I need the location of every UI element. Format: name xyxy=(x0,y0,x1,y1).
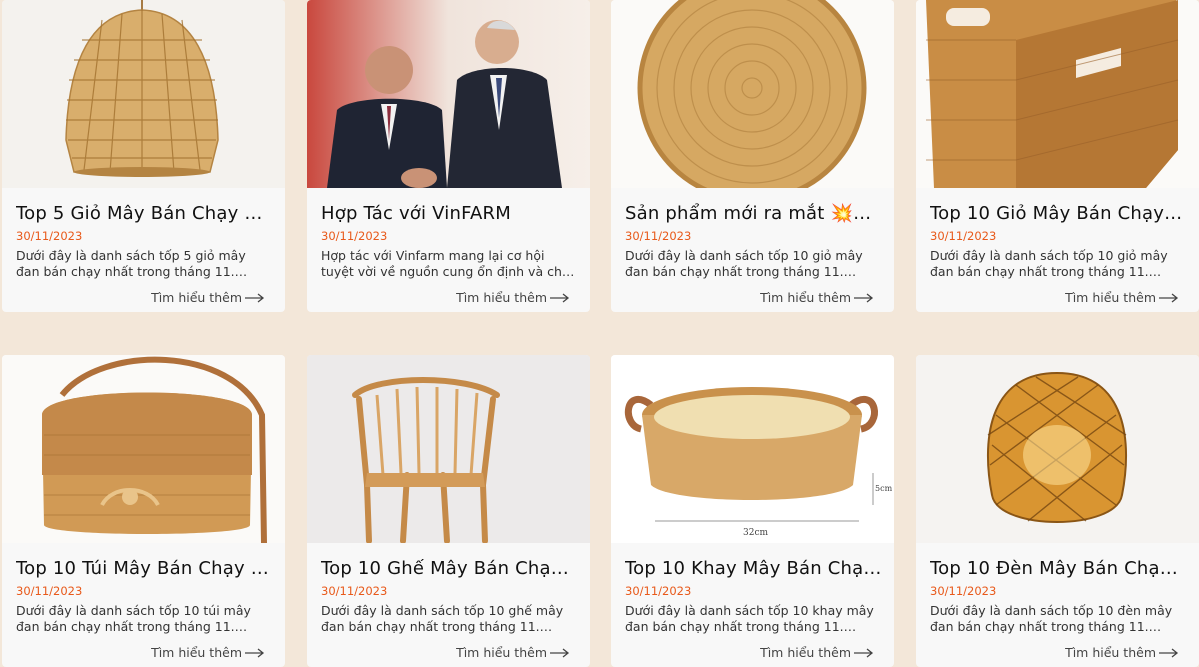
read-more-label: Tìm hiểu thêm xyxy=(456,290,547,305)
card-date: 30/11/2023 xyxy=(16,229,83,243)
card-title[interactable]: Top 10 Khay Mây Bán Chạy Nhất Tháng 11 xyxy=(625,543,882,581)
card-title[interactable]: Hợp Tác với VinFARM xyxy=(321,188,578,226)
arrow-right-icon xyxy=(245,292,265,303)
card-thumbnail-pendant-lamp[interactable] xyxy=(2,0,285,188)
card-title[interactable]: Top 10 Giỏ Mây Bán Chạy Nhất Tháng 11 xyxy=(930,188,1187,226)
card-thumbnail-rattan-chair[interactable] xyxy=(307,355,590,543)
card-excerpt: Hợp tác với Vinfarm mang lại cơ hội tuyệ… xyxy=(321,248,575,279)
card-thumbnail-storage-box[interactable] xyxy=(916,0,1199,188)
card-title[interactable]: Top 10 Túi Mây Bán Chạy Nhất Tháng 11 xyxy=(16,543,273,581)
card-date: 30/11/2023 xyxy=(625,229,692,243)
read-more-link[interactable]: Tìm hiểu thêm xyxy=(151,645,265,660)
card-date: 30/11/2023 xyxy=(930,584,997,598)
read-more-link[interactable]: Tìm hiểu thêm xyxy=(456,290,570,305)
read-more-label: Tìm hiểu thêm xyxy=(151,645,242,660)
read-more-link[interactable]: Tìm hiểu thêm xyxy=(760,645,874,660)
card-thumbnail-handshake-photo[interactable] xyxy=(307,0,590,188)
svg-text:5cm: 5cm xyxy=(875,484,893,493)
read-more-label: Tìm hiểu thêm xyxy=(760,290,851,305)
card-date: 30/11/2023 xyxy=(321,584,388,598)
card-excerpt: Dưới đây là danh sách tốp 10 đèn mây đan… xyxy=(930,603,1173,634)
card-title[interactable]: Top 5 Giỏ Mây Bán Chạy Nhất Tháng 11 xyxy=(16,188,273,226)
blog-card[interactable]: Top 10 Giỏ Mây Bán Chạy Nhất Tháng 11 30… xyxy=(916,0,1199,312)
arrow-right-icon xyxy=(1159,292,1179,303)
card-excerpt: Dưới đây là danh sách tốp 10 giỏ mây đan… xyxy=(930,248,1168,279)
read-more-link[interactable]: Tìm hiểu thêm xyxy=(760,290,874,305)
svg-text:32cm: 32cm xyxy=(743,528,768,538)
card-excerpt: Dưới đây là danh sách tốp 10 khay mây đa… xyxy=(625,603,874,634)
card-thumbnail-rattan-lamp[interactable] xyxy=(916,355,1199,543)
arrow-right-icon xyxy=(854,292,874,303)
read-more-label: Tìm hiểu thêm xyxy=(151,290,242,305)
read-more-link[interactable]: Tìm hiểu thêm xyxy=(456,645,570,660)
card-thumbnail-rattan-bag[interactable] xyxy=(2,355,285,543)
blog-card-grid: Top 5 Giỏ Mây Bán Chạy Nhất Tháng 11 30/… xyxy=(0,0,1199,667)
blog-card[interactable]: Top 10 Túi Mây Bán Chạy Nhất Tháng 11 30… xyxy=(2,355,285,667)
arrow-right-icon xyxy=(550,292,570,303)
arrow-right-icon xyxy=(854,647,874,658)
read-more-label: Tìm hiểu thêm xyxy=(456,645,547,660)
card-date: 30/11/2023 xyxy=(625,584,692,598)
card-title[interactable]: Top 10 Đèn Mây Bán Chạy Nhất Tháng 11 xyxy=(930,543,1187,581)
read-more-link[interactable]: Tìm hiểu thêm xyxy=(1065,645,1179,660)
blog-card[interactable]: Hợp Tác với VinFARM 30/11/2023 Hợp tác v… xyxy=(307,0,590,312)
read-more-link[interactable]: Tìm hiểu thêm xyxy=(1065,290,1179,305)
blog-card[interactable]: Top 5 Giỏ Mây Bán Chạy Nhất Tháng 11 30/… xyxy=(2,0,285,312)
arrow-right-icon xyxy=(1159,647,1179,658)
read-more-label: Tìm hiểu thêm xyxy=(1065,290,1156,305)
card-date: 30/11/2023 xyxy=(16,584,83,598)
arrow-right-icon xyxy=(550,647,570,658)
card-excerpt: Dưới đây là danh sách tốp 10 túi mây đan… xyxy=(16,603,251,634)
card-title[interactable]: Top 10 Ghế Mây Bán Chạy Nhất Tháng 11 xyxy=(321,543,578,581)
read-more-link[interactable]: Tìm hiểu thêm xyxy=(151,290,265,305)
blog-card[interactable]: Top 10 Đèn Mây Bán Chạy Nhất Tháng 11 30… xyxy=(916,355,1199,667)
card-date: 30/11/2023 xyxy=(930,229,997,243)
read-more-label: Tìm hiểu thêm xyxy=(1065,645,1156,660)
card-thumbnail-handled-tray[interactable]: 32cm 5cm xyxy=(611,355,894,543)
blog-card[interactable]: Sản phẩm mới ra mắt 💥💥💥 30/11/2023 Dưới … xyxy=(611,0,894,312)
card-title[interactable]: Sản phẩm mới ra mắt 💥💥💥 xyxy=(625,188,882,226)
card-date: 30/11/2023 xyxy=(321,229,388,243)
blog-card[interactable]: Top 10 Ghế Mây Bán Chạy Nhất Tháng 11 30… xyxy=(307,355,590,667)
card-excerpt: Dưới đây là danh sách tốp 10 giỏ mây đan… xyxy=(625,248,863,279)
card-excerpt: Dưới đây là danh sách tốp 10 ghế mây đan… xyxy=(321,603,564,634)
arrow-right-icon xyxy=(245,647,265,658)
read-more-label: Tìm hiểu thêm xyxy=(760,645,851,660)
card-excerpt: Dưới đây là danh sách tốp 5 giỏ mây đan … xyxy=(16,248,246,279)
card-thumbnail-round-tray[interactable] xyxy=(611,0,894,188)
blog-card[interactable]: 32cm 5cm Top 10 Khay Mây Bán Chạy Nhất T… xyxy=(611,355,894,667)
